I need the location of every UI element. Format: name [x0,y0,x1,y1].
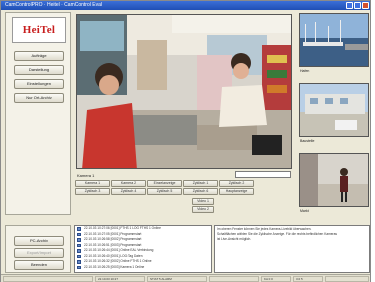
cyclic-1-button[interactable]: Zyklisch 1 [183,180,218,187]
thumbnail-label-construction: Baustelle [300,139,315,143]
window-title: CamControlPRO · Heitel · CamControl Eval [5,2,102,8]
log-text: 22.10.03 10:26:25 [0003] Kamera 1 Online [84,264,145,269]
status-bar: 22.10.03 10:27 ST/AT 5 ALARM KA 0 0 3.0 … [1,274,370,282]
camera-thumbnails: Hafen Baustelle Markt [298,12,370,222]
log-text: 22.10.03 10:26:44 [0001] Online EAL Verb… [84,248,154,252]
status-cell: 3.0 5 [293,276,323,282]
event-icon [77,260,81,264]
log-row[interactable]: 22.10.03 10:26:25 [0003] Kamera 1 Online [75,265,211,271]
app-window: CamControlPRO · Heitel · CamControl Eval… [0,0,371,282]
cyclic-5-button[interactable]: Zyklisch 5 [147,188,182,195]
event-icon [77,265,81,269]
log-text: 22.10.03 10:27:06 [0001] FTHS 1 LOG FTHS… [84,226,161,230]
main-view: Kamera 1 Kamera 1 Kamera 2 Einzelanzeige… [74,12,295,215]
display-button[interactable]: Darstellung [14,65,64,75]
event-icon [77,232,81,236]
cyclic-6-button[interactable]: Zyklisch 6 [183,188,218,195]
thumbnail-construction[interactable] [299,83,369,137]
status-cell: 22.10.03 10:27 [95,276,145,282]
camera-image [77,15,291,168]
settings-button[interactable]: Einstellungen [14,79,64,89]
status-cell: KA 0 0 [261,276,291,282]
maximize-button[interactable] [354,2,361,9]
info-line: ist Live-Ansicht möglich. [217,237,252,241]
event-icon [77,243,81,247]
camera-1-button[interactable]: Kamera 1 [75,180,110,187]
single-view-button[interactable]: Einzelanzeige [147,180,182,187]
cyclic-4-button[interactable]: Zyklisch 4 [111,188,146,195]
status-cell [209,276,259,282]
status-cell [325,276,369,282]
logo-text: HeiTel [22,24,56,36]
status-cell: ST/AT 5 ALARM [147,276,207,282]
harbor-image [300,14,368,66]
orders-button[interactable]: Aufträge [14,51,64,61]
log-text: 22.10.03 10:27:05 [0001] Programmstart [84,231,142,236]
thumbnail-label-harbor: Hafen [300,69,310,73]
cyclic-2-button[interactable]: Zyklisch 2 [219,180,254,187]
thumbnail-market[interactable] [299,153,369,207]
event-icon [77,249,81,253]
status-cell [3,276,93,282]
exit-button[interactable]: Beenden [14,260,64,270]
minimize-button[interactable] [346,2,353,9]
bottom-controls: PC-Archiv Export/Import Beenden [5,225,71,273]
local-archive-button[interactable]: Nur Ort-Archiv [14,93,64,103]
close-button[interactable] [362,2,369,9]
event-icon [77,254,81,258]
event-log[interactable]: 22.10.03 10:27:06 [0001] FTHS 1 LOG FTHS… [74,225,212,273]
video-2-button[interactable]: Video 2 [192,206,214,213]
brand-logo: HeiTel [12,17,66,43]
pc-archive-button[interactable]: PC-Archiv [14,236,64,246]
main-display-button[interactable]: Hauptanzeige [219,188,254,195]
camera-label: Kamera 1 [77,173,95,178]
market-image [300,154,368,206]
window-controls [346,2,369,9]
log-text: 22.10.03 10:26:40 [0001] LOG:Tag Daten [84,253,143,258]
camera-name-field[interactable] [235,171,291,178]
video-1-button[interactable]: Video 1 [192,198,214,205]
event-icon [77,227,81,231]
log-text: 22.10.03 10:26:58 [0002] Programmstart [84,237,142,241]
log-text: 22.10.03 10:26:32 [0002] Online FTHS 1 O… [84,259,152,263]
log-text: 22.10.03 10:26:51 [0003] Programmstart [84,242,142,247]
event-icon [77,238,81,242]
thumbnail-label-market: Markt [300,209,309,213]
left-sidebar: HeiTel Aufträge Darstellung Einstellunge… [5,12,71,215]
title-bar: CamControlPRO · Heitel · CamControl Eval [1,1,370,10]
construction-image [300,84,368,136]
thumbnail-harbor[interactable] [299,13,369,67]
cyclic-3-button[interactable]: Zyklisch 3 [75,188,110,195]
export-import-button[interactable]: Export/Import [14,248,64,258]
camera-2-button[interactable]: Kamera 2 [111,180,146,187]
info-panel: Im oberen Fenster können Sie jedes Kamer… [214,225,370,273]
main-camera-video[interactable] [76,14,292,169]
